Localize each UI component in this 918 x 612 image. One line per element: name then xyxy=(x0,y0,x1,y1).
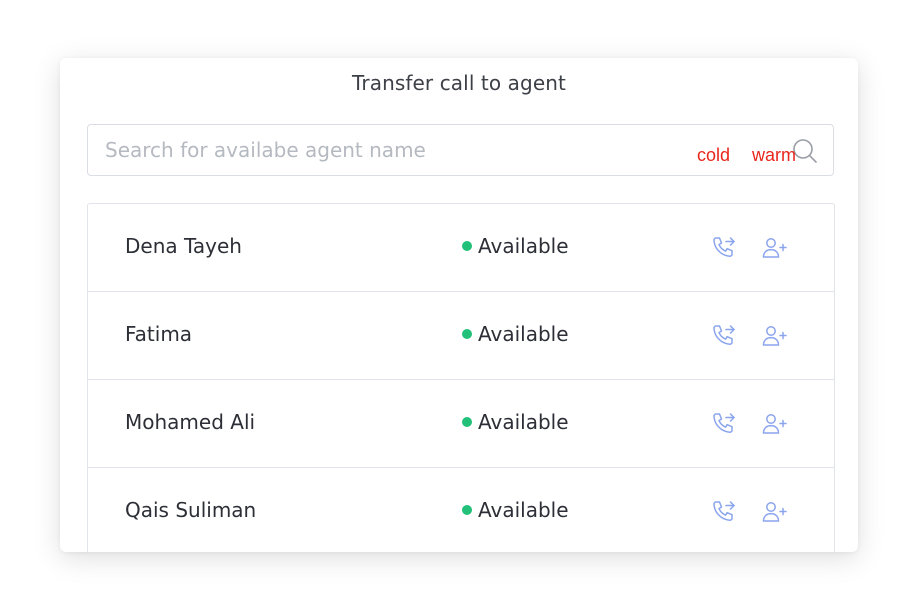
agent-name: Qais Suliman xyxy=(125,498,257,522)
status-dot xyxy=(462,417,472,427)
phone-forward-icon xyxy=(713,413,735,433)
agent-status: Available xyxy=(462,498,569,522)
phone-forward-icon xyxy=(713,325,735,345)
cold-transfer-button[interactable] xyxy=(710,322,738,350)
warm-transfer-button[interactable] xyxy=(760,410,788,438)
search-input[interactable] xyxy=(105,125,765,175)
transfer-dialog: Transfer call to agent Dena Tayeh Availa… xyxy=(60,58,858,552)
phone-forward-icon xyxy=(713,237,735,257)
user-add-icon xyxy=(762,502,787,522)
agent-row: Dena Tayeh Available xyxy=(88,204,834,292)
warm-transfer-button[interactable] xyxy=(760,498,788,526)
agent-name: Fatima xyxy=(125,322,193,346)
warm-annotation: warm xyxy=(752,145,796,165)
status-label: Available xyxy=(478,498,569,522)
status-label: Available xyxy=(478,410,569,434)
status-dot xyxy=(462,329,472,339)
status-dot xyxy=(462,241,472,251)
cold-transfer-button[interactable] xyxy=(710,234,738,262)
agent-status: Available xyxy=(462,322,569,346)
user-add-icon xyxy=(762,238,787,258)
status-dot xyxy=(462,505,472,515)
agent-row: Fatima Available xyxy=(88,292,834,380)
cold-annotation: cold xyxy=(697,145,731,165)
agent-list: Dena Tayeh Available Fatima Available Mo… xyxy=(87,203,835,552)
warm-transfer-button[interactable] xyxy=(760,322,788,350)
cold-transfer-button[interactable] xyxy=(710,410,738,438)
agent-name: Mohamed Ali xyxy=(125,410,256,434)
agent-row: Qais Suliman Available xyxy=(88,468,834,552)
agent-row: Mohamed Ali Available xyxy=(88,380,834,468)
warm-transfer-button[interactable] xyxy=(760,234,788,262)
status-label: Available xyxy=(478,234,569,258)
phone-forward-icon xyxy=(713,501,735,521)
agent-status: Available xyxy=(462,234,569,258)
agent-status: Available xyxy=(462,410,569,434)
dialog-title: Transfer call to agent xyxy=(352,71,566,95)
user-add-icon xyxy=(762,326,787,346)
agent-name: Dena Tayeh xyxy=(125,234,242,258)
status-label: Available xyxy=(478,322,569,346)
user-add-icon xyxy=(762,414,787,434)
cold-transfer-button[interactable] xyxy=(710,498,738,526)
